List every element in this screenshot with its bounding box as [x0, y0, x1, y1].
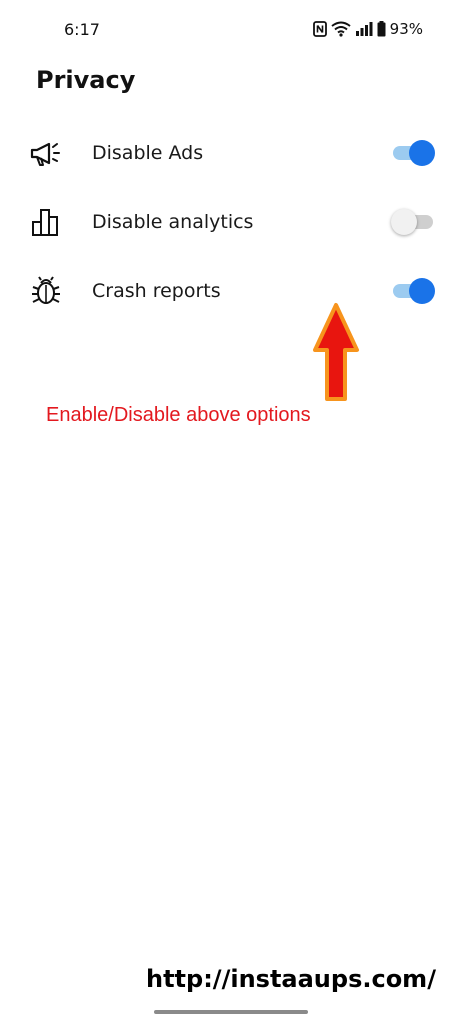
- toggle-disable-analytics[interactable]: [391, 207, 435, 237]
- megaphone-icon: [28, 135, 64, 171]
- page-title: Privacy: [36, 66, 136, 94]
- bar-chart-icon: [28, 204, 64, 240]
- toggle-thumb: [409, 139, 435, 166]
- wifi-icon: [331, 21, 351, 37]
- setting-row-crash-reports[interactable]: Crash reports: [0, 256, 461, 325]
- up-arrow-icon: [313, 303, 359, 401]
- status-icons: 93%: [312, 20, 423, 38]
- setting-label: Crash reports: [92, 279, 221, 302]
- setting-label: Disable analytics: [92, 210, 254, 233]
- toggle-thumb: [391, 208, 417, 235]
- setting-row-disable-analytics[interactable]: Disable analytics: [0, 187, 461, 256]
- bug-icon: [28, 273, 64, 309]
- home-indicator[interactable]: [154, 1010, 308, 1014]
- nfc-icon: [312, 21, 327, 37]
- signal-icon: [355, 22, 373, 36]
- setting-label: Disable Ads: [92, 141, 204, 164]
- settings-list: Disable Ads Disable analytics Crash repo…: [0, 118, 461, 325]
- website-link[interactable]: http://instaaups.com/: [146, 965, 436, 993]
- status-bar: 6:17 93%: [0, 0, 461, 56]
- battery-percentage: 93%: [389, 20, 423, 38]
- privacy-screen: 6:17 93% Privacy Disable Ads Disable ana…: [0, 0, 461, 1024]
- status-time: 6:17: [64, 20, 100, 39]
- battery-icon: [377, 21, 386, 37]
- setting-row-disable-ads[interactable]: Disable Ads: [0, 118, 461, 187]
- toggle-disable-ads[interactable]: [391, 138, 435, 168]
- annotation-text: Enable/Disable above options: [46, 404, 311, 426]
- toggle-thumb: [409, 277, 435, 304]
- toggle-crash-reports[interactable]: [391, 276, 435, 306]
